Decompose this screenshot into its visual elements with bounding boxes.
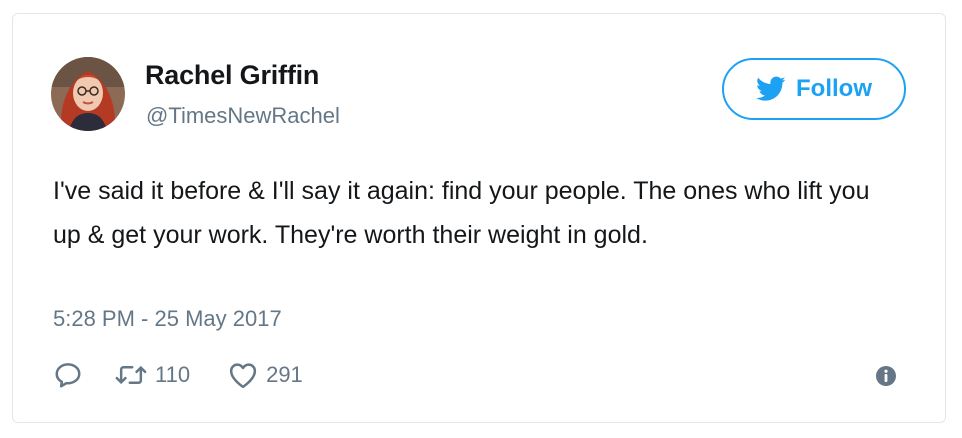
- tweet-actions: 110 291: [53, 360, 303, 390]
- avatar[interactable]: [51, 57, 125, 131]
- twitter-bird-icon: [756, 76, 786, 101]
- reply-icon: [55, 363, 81, 388]
- user-handle[interactable]: @TimesNewRachel: [146, 103, 340, 129]
- display-name[interactable]: Rachel Griffin: [145, 60, 319, 91]
- follow-button-label: Follow: [796, 75, 872, 102]
- embedded-tweet-card: Rachel Griffin @TimesNewRachel Follow I'…: [12, 13, 946, 423]
- like-button[interactable]: 291: [228, 361, 303, 389]
- like-count: 291: [266, 362, 303, 387]
- retweet-button[interactable]: 110: [115, 362, 190, 388]
- tweet-text: I've said it before & I'll say it again:…: [53, 177, 870, 249]
- info-icon: [876, 366, 896, 386]
- profile-photo: [51, 57, 125, 131]
- reply-button[interactable]: [53, 360, 83, 390]
- info-button[interactable]: [875, 365, 897, 387]
- retweet-count: 110: [155, 362, 191, 387]
- retweet-icon: [115, 366, 147, 384]
- heart-icon: [229, 363, 257, 389]
- follow-button[interactable]: Follow: [722, 58, 906, 120]
- tweet-timestamp[interactable]: 5:28 PM - 25 May 2017: [53, 306, 282, 332]
